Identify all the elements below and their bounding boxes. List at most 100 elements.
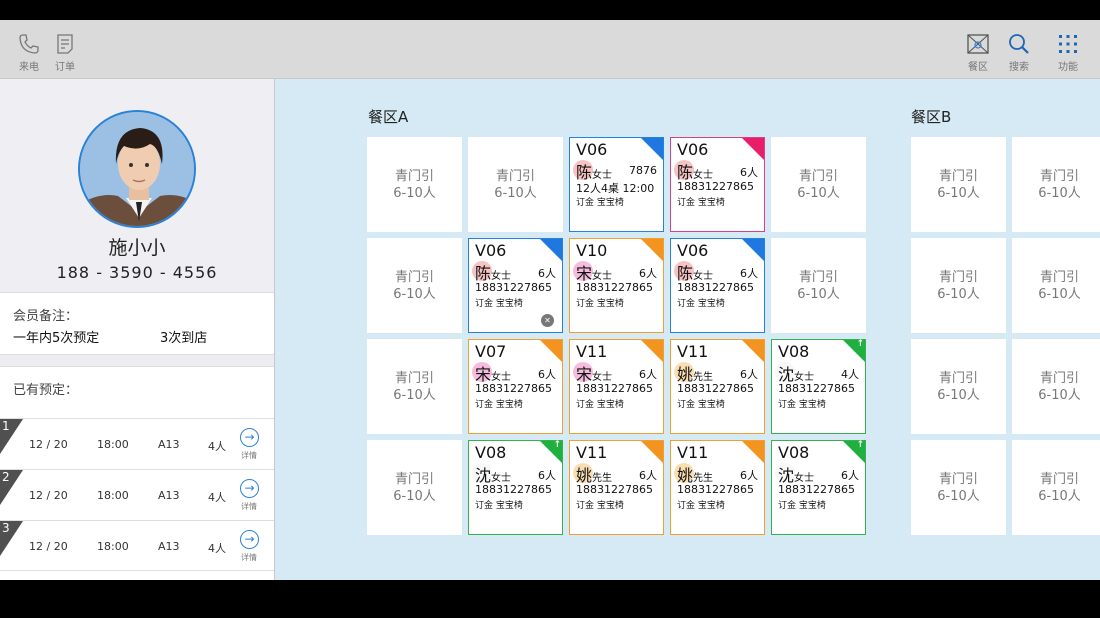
booking-row[interactable]: 1 12 / 20 18:00 A13 4人 → 详情 xyxy=(0,418,274,469)
booking-detail-link[interactable]: 详情 xyxy=(241,552,257,563)
booking-time: 18:00 xyxy=(97,540,129,553)
table-capacity: 6-10人 xyxy=(1038,489,1081,504)
table-cell-empty[interactable]: 青门引 6-10人 xyxy=(367,440,462,535)
booking-index: 2 xyxy=(2,470,10,484)
guest-phone: 18831227865 xyxy=(778,483,855,496)
guest-count: 6人 xyxy=(740,267,758,280)
booking-detail-link[interactable]: 详情 xyxy=(241,450,257,461)
arrow-right-icon[interactable]: → xyxy=(240,479,259,498)
table-cell-occupied[interactable]: V11 姚先生 6人 18831227865 订金 宝宝椅 xyxy=(670,339,765,434)
booking-date: 12 / 20 xyxy=(29,438,68,451)
table-cell-occupied[interactable]: V06 陈女士 6人 18831227865 订金 宝宝椅 xyxy=(670,238,765,333)
guest-count: 6人 xyxy=(740,166,758,179)
dining-area-label: 餐区 xyxy=(968,62,988,73)
order-button[interactable]: 订单 xyxy=(53,32,77,73)
guest-count: 6人 xyxy=(639,368,657,381)
incoming-call-button[interactable]: 来电 xyxy=(17,32,41,73)
table-capacity: 6-10人 xyxy=(937,388,980,403)
guest-count: 6人 xyxy=(639,469,657,482)
arrow-right-icon[interactable]: → xyxy=(240,428,259,447)
app-window: 来电 订单 餐区 搜索 功能 施小小 188 - 3590 - 4556 会员备… xyxy=(0,20,1100,580)
table-cell-occupied[interactable]: ↑ V08 沈女士 6人 18831227865 订金 宝宝椅 xyxy=(468,440,563,535)
table-capacity: 6-10人 xyxy=(1038,186,1081,201)
guest-phone: 18831227865 xyxy=(576,281,653,294)
search-button[interactable]: 搜索 xyxy=(1007,32,1031,73)
table-cell-occupied[interactable]: V06 陈女士 7876 12人4桌 12:00 订金 宝宝椅 xyxy=(569,137,664,232)
table-cell-empty[interactable]: 青门引 6-10人 xyxy=(771,238,866,333)
table-name: 青门引 xyxy=(938,270,978,285)
function-menu-button[interactable]: 功能 xyxy=(1056,32,1080,73)
status-corner xyxy=(742,340,764,362)
table-cell-empty[interactable]: 青门引 6-10人 xyxy=(911,137,1006,232)
booking-tags: 订金 宝宝椅 xyxy=(677,501,725,511)
booking-tags: 订金 宝宝椅 xyxy=(778,501,826,511)
table-name: 青门引 xyxy=(1039,169,1079,184)
table-cell-empty[interactable]: 青门引 6-10人 xyxy=(367,238,462,333)
table-cell-empty[interactable]: 青门引 6-10人 xyxy=(367,339,462,434)
booking-tags: 订金 宝宝椅 xyxy=(778,400,826,410)
booking-tags: 订金 宝宝椅 xyxy=(576,198,624,208)
member-notes-label: 会员备注： xyxy=(13,309,79,324)
booking-date: 12 / 20 xyxy=(29,489,68,502)
booking-tags: 订金 宝宝椅 xyxy=(677,400,725,410)
table-cell-empty[interactable]: 青门引 6-10人 xyxy=(1012,238,1100,333)
table-cell-occupied[interactable]: ↑ V08 沈女士 6人 18831227865 订金 宝宝椅 xyxy=(771,440,866,535)
dining-area-button[interactable]: 餐区 xyxy=(966,32,990,73)
avatar xyxy=(78,110,196,228)
guest-count: 6人 xyxy=(740,469,758,482)
table-name: 青门引 xyxy=(394,472,434,487)
guest-count: 7876 xyxy=(629,164,657,177)
table-cell-empty[interactable]: 青门引 6-10人 xyxy=(911,339,1006,434)
settings-icon[interactable]: ✕ xyxy=(541,314,554,327)
booking-tags: 订金 宝宝椅 xyxy=(677,299,725,309)
status-corner xyxy=(742,441,764,463)
table-code: V08 xyxy=(778,443,810,462)
guest-count: 6人 xyxy=(538,267,556,280)
table-cell-occupied[interactable]: V11 姚先生 6人 18831227865 订金 宝宝椅 xyxy=(569,440,664,535)
guest-phone: 18831227865 xyxy=(475,382,552,395)
guest-phone: 18831227865 xyxy=(677,281,754,294)
booking-row[interactable]: 2 12 / 20 18:00 A13 4人 → 详情 xyxy=(0,469,274,520)
order-label: 订单 xyxy=(55,62,75,73)
table-cell-empty[interactable]: 青门引 6-10人 xyxy=(468,137,563,232)
booking-table: A13 xyxy=(158,438,180,451)
guest-phone: 12人4桌 12:00 xyxy=(576,182,655,195)
guest-phone: 18831227865 xyxy=(677,180,754,193)
booking-tags: 订金 宝宝椅 xyxy=(475,299,523,309)
table-capacity: 6-10人 xyxy=(937,186,980,201)
table-capacity: 6-10人 xyxy=(937,489,980,504)
arrow-right-icon[interactable]: → xyxy=(240,530,259,549)
table-cell-occupied[interactable]: V10 宋女士 6人 18831227865 订金 宝宝椅 xyxy=(569,238,664,333)
table-cell-occupied[interactable]: V06 陈女士 6人 18831227865 订金 宝宝椅 ✕ xyxy=(468,238,563,333)
table-cell-occupied[interactable]: V11 姚先生 6人 18831227865 订金 宝宝椅 xyxy=(670,440,765,535)
visit-count-note: 3次到店 xyxy=(160,331,208,346)
booking-tags: 订金 宝宝椅 xyxy=(475,400,523,410)
customer-phone: 188 - 3590 - 4556 xyxy=(56,263,218,282)
booking-tags: 订金 宝宝椅 xyxy=(677,198,725,208)
booking-count-note: 一年内5次预定 xyxy=(13,331,100,346)
up-arrow-icon: ↑ xyxy=(856,339,864,349)
booking-row[interactable]: 3 12 / 20 18:00 A13 4人 → 详情 xyxy=(0,520,274,571)
guest-count: 6人 xyxy=(639,267,657,280)
table-cell-empty[interactable]: 青门引 6-10人 xyxy=(1012,339,1100,434)
table-name: 青门引 xyxy=(394,169,434,184)
table-name: 青门引 xyxy=(938,371,978,386)
table-cell-empty[interactable]: 青门引 6-10人 xyxy=(911,238,1006,333)
table-cell-empty[interactable]: 青门引 6-10人 xyxy=(1012,440,1100,535)
table-cell-occupied[interactable]: V07 宋女士 6人 18831227865 订金 宝宝椅 xyxy=(468,339,563,434)
table-cell-occupied[interactable]: ↑ V08 沈女士 4人 18831227865 订金 宝宝椅 xyxy=(771,339,866,434)
table-cell-empty[interactable]: 青门引 6-10人 xyxy=(911,440,1006,535)
table-cell-occupied[interactable]: V11 宋女士 6人 18831227865 订金 宝宝椅 xyxy=(569,339,664,434)
booking-detail-link[interactable]: 详情 xyxy=(241,501,257,512)
table-cell-occupied[interactable]: V06 陈女士 6人 18831227865 订金 宝宝椅 xyxy=(670,137,765,232)
booking-table: A13 xyxy=(158,489,180,502)
customer-name: 施小小 xyxy=(108,237,166,259)
grid-menu-icon xyxy=(1059,35,1077,53)
status-corner xyxy=(742,138,764,160)
table-cell-empty[interactable]: 青门引 6-10人 xyxy=(1012,137,1100,232)
phone-icon xyxy=(19,34,39,54)
table-cell-empty[interactable]: 青门引 6-10人 xyxy=(367,137,462,232)
existing-bookings: 已有预定： 1 12 / 20 18:00 A13 4人 → 详情 2 12 /… xyxy=(0,366,274,580)
table-cell-empty[interactable]: 青门引 6-10人 xyxy=(771,137,866,232)
booking-people: 4人 xyxy=(208,440,226,453)
